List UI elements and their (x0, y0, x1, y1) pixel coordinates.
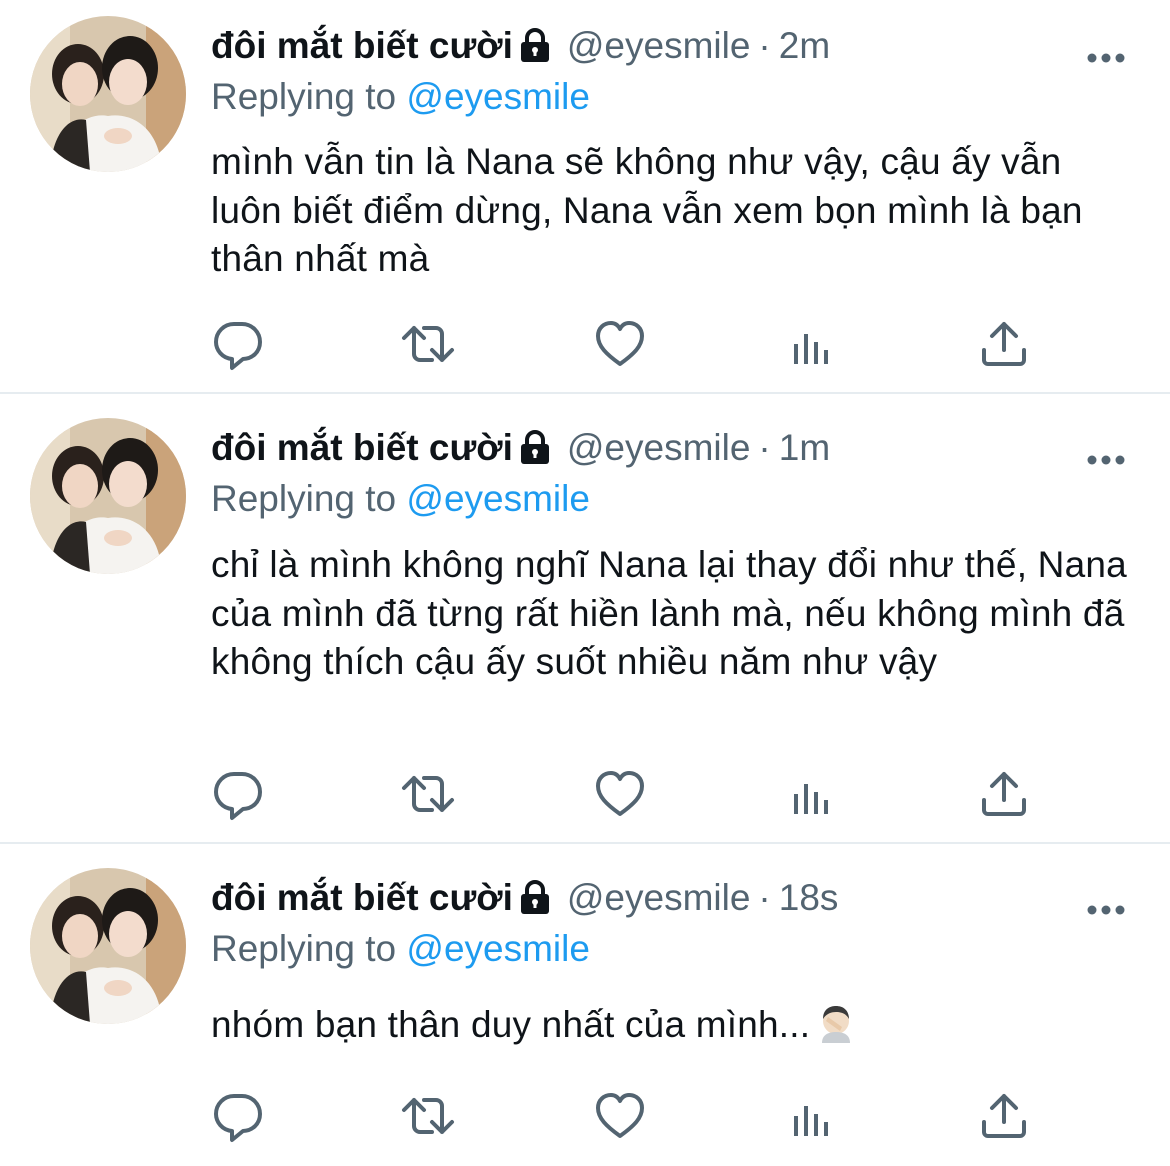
timestamp[interactable]: 18s (779, 877, 839, 918)
reply-icon (214, 772, 262, 820)
handle[interactable]: @eyesmile (567, 877, 751, 918)
mention-link[interactable]: @eyesmile (406, 76, 590, 117)
share-icon (982, 772, 1026, 816)
reply-button[interactable] (210, 316, 266, 372)
tweet-text: chỉ là mình không nghĩ Nana lại thay đổi… (211, 544, 1127, 682)
tweet[interactable]: đôi mắt biết cười @eyesmile · 1m Replying t… (0, 394, 1170, 840)
retweet-icon (402, 776, 454, 812)
reply-button[interactable] (210, 766, 266, 822)
analytics-button[interactable] (786, 320, 842, 376)
analytics-icon (794, 334, 828, 364)
retweet-button[interactable] (400, 1088, 456, 1144)
display-name[interactable]: đôi mắt biết cười (211, 877, 513, 918)
display-name[interactable]: đôi mắt biết cười (211, 427, 513, 468)
timestamp[interactable]: 1m (779, 427, 830, 468)
more-icon[interactable] (1086, 436, 1126, 484)
avatar[interactable] (30, 16, 186, 172)
more-icon[interactable] (1086, 886, 1126, 934)
timestamp[interactable]: 2m (779, 25, 830, 66)
analytics-button[interactable] (786, 770, 842, 826)
reply-icon (214, 1094, 262, 1142)
replying-label: Replying to (211, 478, 397, 519)
tweet-header: đôi mắt biết cười @eyesmile · 1m (211, 424, 1170, 472)
display-name[interactable]: đôi mắt biết cười (211, 25, 513, 66)
tweet[interactable]: đôi mắt biết cười @eyesmile · 2m Replying t… (0, 0, 1170, 392)
share-icon (982, 322, 1026, 366)
lock-icon (517, 26, 553, 74)
share-button[interactable] (976, 316, 1032, 372)
lock-icon (517, 878, 553, 926)
share-button[interactable] (976, 1088, 1032, 1144)
analytics-button[interactable] (786, 1092, 842, 1148)
replying-label: Replying to (211, 76, 397, 117)
replying-to: Replying to @eyesmile (211, 73, 590, 121)
more-icon[interactable] (1086, 34, 1126, 82)
tweet-header: đôi mắt biết cười @eyesmile · 2m (211, 22, 1170, 70)
like-button[interactable] (592, 1088, 648, 1144)
share-button[interactable] (976, 766, 1032, 822)
replying-label: Replying to (211, 928, 397, 969)
analytics-icon (794, 784, 828, 814)
tweet-header: đôi mắt biết cười @eyesmile · 18s (211, 874, 1170, 922)
heart-icon (596, 321, 644, 366)
mention-link[interactable]: @eyesmile (406, 478, 590, 519)
tweet-text: nhóm bạn thân duy nhất của mình... (211, 1004, 811, 1045)
replying-to: Replying to @eyesmile (211, 475, 590, 523)
like-button[interactable] (592, 766, 648, 822)
reply-button[interactable] (210, 1088, 266, 1144)
tweet-text-container: nhóm bạn thân duy nhất của mình... (211, 1001, 1141, 1056)
retweet-button[interactable] (400, 316, 456, 372)
handle[interactable]: @eyesmile (567, 427, 751, 468)
replying-to: Replying to @eyesmile (211, 925, 590, 973)
tweet-text: mình vẫn tin là Nana sẽ không như vậy, c… (211, 141, 1083, 279)
avatar[interactable] (30, 868, 186, 1024)
like-button[interactable] (592, 316, 648, 372)
tweet[interactable]: đôi mắt biết cười @eyesmile · 18s Replying … (0, 844, 1170, 1166)
heart-icon (596, 1093, 644, 1138)
separator: · (758, 25, 771, 66)
reply-icon (214, 322, 262, 370)
retweet-icon (402, 326, 454, 362)
separator: · (758, 877, 771, 918)
mention-link[interactable]: @eyesmile (406, 928, 590, 969)
analytics-icon (794, 1106, 828, 1136)
separator: · (758, 427, 771, 468)
share-icon (982, 1094, 1026, 1138)
retweet-icon (402, 1098, 454, 1134)
lock-icon (517, 428, 553, 476)
heart-icon (596, 771, 644, 816)
handle[interactable]: @eyesmile (567, 25, 751, 66)
retweet-button[interactable] (400, 766, 456, 822)
face-palm-emoji (816, 1003, 856, 1056)
avatar[interactable] (30, 418, 186, 574)
